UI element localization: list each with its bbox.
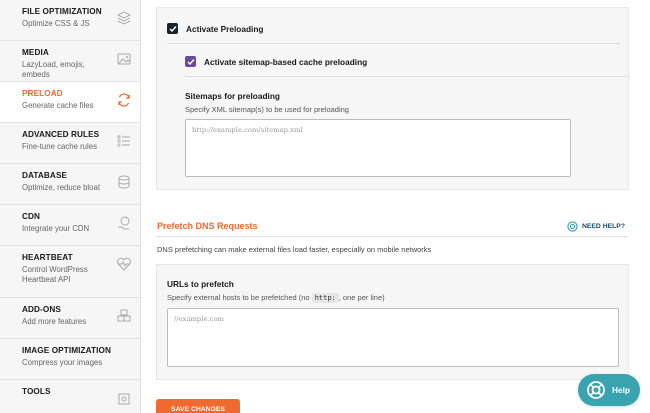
sidebar-item-cdn[interactable]: CDN Integrate your CDN: [0, 205, 140, 246]
sidebar-item-tools[interactable]: TOOLS: [0, 380, 140, 413]
sidebar-item-subtitle: Optimize CSS & JS: [22, 19, 90, 28]
activate-preloading-checkbox[interactable]: [167, 23, 178, 34]
sidebar-item-subtitle: LazyLoad, emojis, embeds: [22, 60, 85, 79]
sidebar-item-file-optimization[interactable]: FILE OPTIMIZATION Optimize CSS & JS: [0, 0, 140, 41]
settings-sidebar: FILE OPTIMIZATION Optimize CSS & JS MEDI…: [0, 0, 141, 413]
urls-description-text: Specify external hosts to be prefetched …: [167, 293, 310, 302]
save-changes-button[interactable]: SAVE CHANGES: [156, 399, 240, 413]
urls-title: URLs to prefetch: [167, 279, 234, 289]
divider: [167, 43, 620, 44]
sidebar-item-subtitle: Generate cache files: [22, 101, 94, 110]
lifebuoy-icon: [587, 381, 605, 399]
http-code-snippet: http:: [311, 293, 339, 303]
sidebar-item-add-ons[interactable]: ADD-ONS Add more features: [0, 298, 140, 339]
sidebar-item-subtitle: Fine-tune cache rules: [22, 142, 97, 151]
urls-description-suffix: , one per line): [338, 293, 385, 302]
help-button-label: Help: [612, 385, 630, 395]
checkmark-icon: [187, 58, 195, 65]
prefetch-description: DNS prefetching can make external files …: [157, 245, 432, 254]
sidebar-item-subtitle: Add more features: [22, 317, 87, 326]
sidebar-item-advanced-rules[interactable]: ADVANCED RULES Fine-tune cache rules: [0, 123, 140, 164]
help-button[interactable]: Help: [578, 374, 640, 406]
sitemaps-textarea[interactable]: [185, 119, 571, 177]
prefetch-settings-box: URLs to prefetch Specify external hosts …: [156, 264, 629, 380]
need-help-link[interactable]: NEED HELP?: [567, 221, 625, 232]
sitemap-preloading-checkbox[interactable]: [185, 56, 196, 67]
divider: [185, 76, 630, 77]
list-icon: [116, 133, 132, 149]
section-divider: [156, 236, 629, 237]
sidebar-item-media[interactable]: MEDIA LazyLoad, emojis, embeds: [0, 41, 140, 82]
cdn-icon: [116, 215, 132, 231]
addons-icon: [116, 308, 132, 324]
main-content: Activate Preloading Activate sitemap-bas…: [141, 0, 650, 413]
preload-settings-box: Activate Preloading Activate sitemap-bas…: [156, 7, 630, 190]
tools-icon: [116, 390, 132, 406]
image-icon: [116, 51, 132, 67]
activate-preloading-label: Activate Preloading: [186, 23, 264, 34]
activate-preloading-row[interactable]: Activate Preloading: [167, 23, 263, 34]
sidebar-item-subtitle: Integrate your CDN: [22, 224, 90, 233]
prefetch-section-title: Prefetch DNS Requests: [157, 221, 258, 231]
heartbeat-icon: [116, 256, 132, 272]
need-help-label: NEED HELP?: [581, 223, 625, 230]
sitemap-preloading-label: Activate sitemap-based cache preloading: [204, 56, 368, 67]
sitemaps-title: Sitemaps for preloading: [185, 91, 280, 101]
sidebar-item-image-optimization[interactable]: IMAGE OPTIMIZATION Compress your images: [0, 339, 140, 380]
database-icon: [116, 174, 132, 190]
sidebar-item-subtitle: Control WordPress Heartbeat API: [22, 265, 88, 284]
urls-textarea[interactable]: [167, 308, 619, 367]
urls-description: Specify external hosts to be prefetched …: [167, 293, 385, 303]
sidebar-item-subtitle: Optimize, reduce bloat: [22, 183, 101, 192]
lifebuoy-icon: [567, 221, 578, 232]
refresh-icon: [116, 92, 132, 108]
checkmark-icon: [169, 25, 177, 32]
sidebar-item-subtitle: Compress your images: [22, 358, 103, 367]
sidebar-item-database[interactable]: DATABASE Optimize, reduce bloat: [0, 164, 140, 205]
sitemap-preloading-row[interactable]: Activate sitemap-based cache preloading: [185, 56, 367, 67]
sidebar-item-heartbeat[interactable]: HEARTBEAT Control WordPress Heartbeat AP…: [0, 246, 140, 298]
sidebar-item-preload[interactable]: PRELOAD Generate cache files: [0, 82, 140, 123]
sidebar-item-title: IMAGE OPTIMIZATION: [22, 346, 111, 355]
layers-icon: [116, 10, 132, 26]
sitemaps-description: Specify XML sitemap(s) to be used for pr…: [185, 105, 349, 114]
